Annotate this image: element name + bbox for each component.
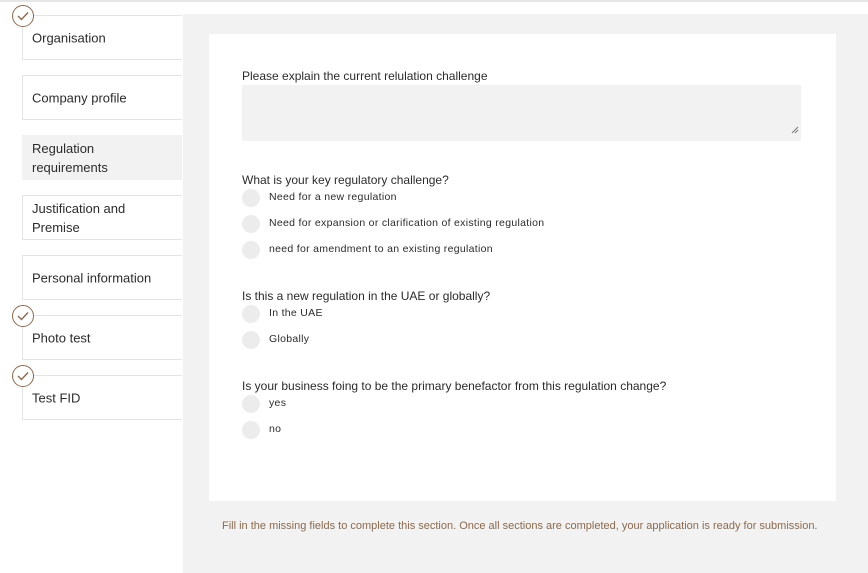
sidebar-nav: Organisation Company profile Regulation … [0, 0, 183, 573]
question-uae-or-global: Is this a new regulation in the UAE or g… [242, 289, 491, 303]
check-circle-icon [12, 365, 34, 387]
radio-button[interactable] [242, 189, 260, 207]
sidebar-item-label: Organisation [32, 30, 106, 45]
radio-button[interactable] [242, 421, 260, 439]
check-circle-icon [12, 5, 34, 27]
current-challenge-textarea[interactable] [242, 85, 801, 141]
sidebar-item-photo-test[interactable]: Photo test [22, 315, 182, 360]
sidebar-item-organisation[interactable]: Organisation [22, 15, 182, 60]
sidebar-item-label: Test FID [32, 390, 81, 405]
radio-button[interactable] [242, 215, 260, 233]
sidebar-item-label: Justification and Premise [32, 200, 126, 235]
sidebar-item-label: Personal information [32, 270, 152, 285]
radio-label: Need for expansion or clarification of e… [269, 217, 545, 229]
sidebar-item-label: Company profile [32, 90, 127, 105]
radio-label: need for amendment to an existing regula… [269, 243, 493, 255]
radio-label: Globally [269, 333, 310, 345]
radio-label: yes [269, 397, 287, 409]
sidebar-item-test-fid[interactable]: Test FID [22, 375, 182, 420]
resize-grip-icon[interactable] [791, 121, 799, 139]
sidebar-item-regulation-requirements[interactable]: Regulation requirements [22, 135, 182, 180]
sidebar-item-label: Photo test [32, 330, 91, 345]
check-circle-icon [12, 305, 34, 327]
sidebar-item-personal-information[interactable]: Personal information [22, 255, 182, 300]
radio-label: In the UAE [269, 307, 323, 319]
radio-button[interactable] [242, 395, 260, 413]
question-current-challenge: Please explain the current relulation ch… [242, 69, 488, 83]
radio-label: no [269, 423, 282, 435]
sidebar-item-company-profile[interactable]: Company profile [22, 75, 182, 120]
section-status-note: Fill in the missing fields to complete t… [222, 520, 818, 532]
radio-button[interactable] [242, 305, 260, 323]
radio-button[interactable] [242, 241, 260, 259]
question-primary-benefactor: Is your business foing to be the primary… [242, 379, 667, 393]
question-key-regulatory-challenge: What is your key regulatory challenge? [242, 173, 449, 187]
sidebar-item-label: Regulation requirements [32, 140, 108, 175]
sidebar-item-justification-premise[interactable]: Justification and Premise [22, 195, 182, 240]
radio-button[interactable] [242, 331, 260, 349]
radio-label: Need for a new regulation [269, 191, 397, 203]
